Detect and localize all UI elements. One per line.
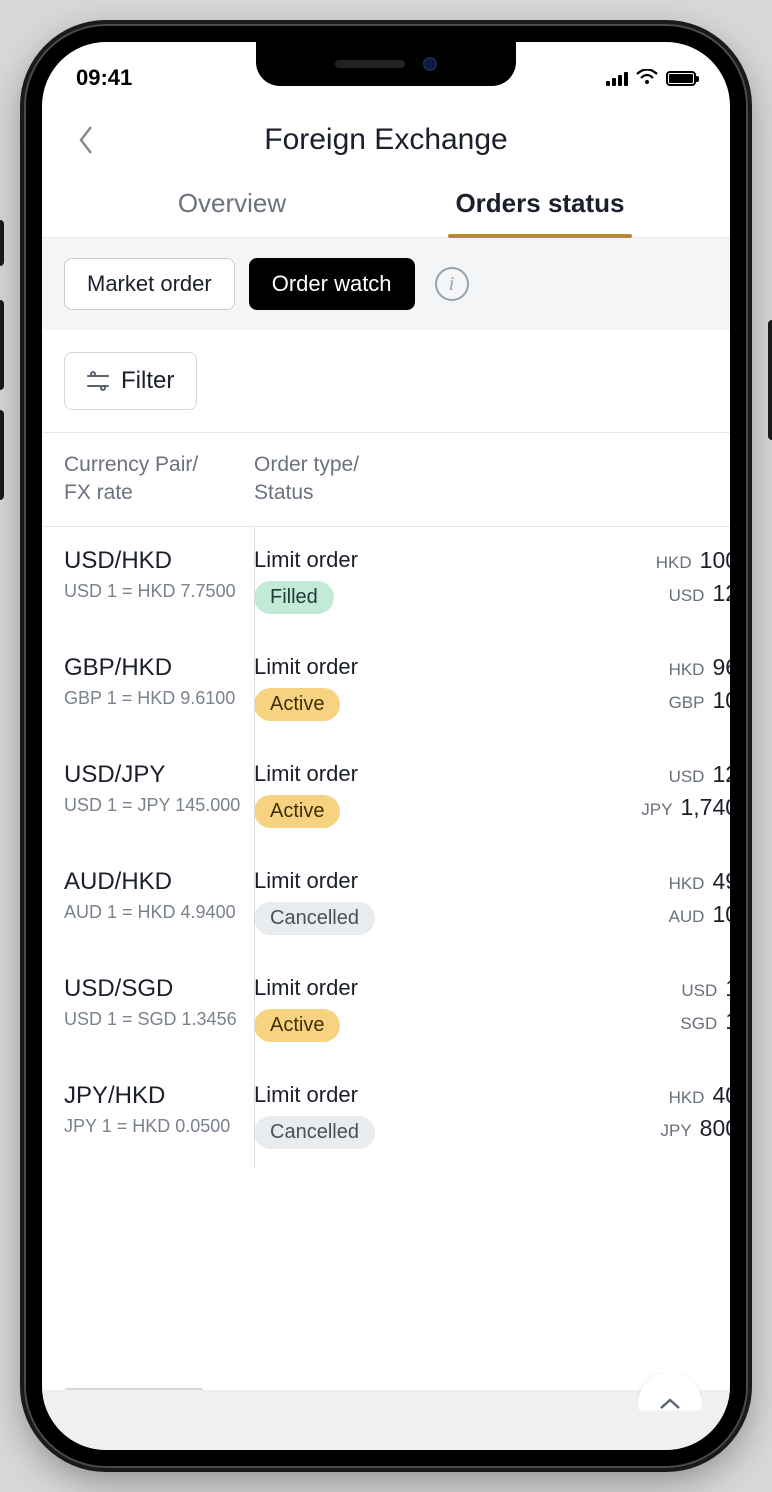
buy-currency: USD — [669, 586, 705, 606]
fx-rate: AUD 1 = HKD 4.9400 — [64, 902, 254, 923]
col-header-type: Order type/ — [254, 451, 454, 479]
currency-pair: GBP/HKD — [64, 654, 254, 682]
table-row[interactable]: USD/SGD USD 1 = SGD 1.3456Limit order Acti… — [42, 955, 730, 1062]
status-time: 09:41 — [76, 65, 132, 91]
order-kind-row: Market order Order watch i — [42, 238, 730, 330]
footer-bar — [42, 1390, 730, 1450]
col-header-selling: Sellin — [454, 451, 730, 479]
currency-pair: USD/SGD — [64, 975, 254, 1003]
currency-pair: AUD/HKD — [64, 868, 254, 896]
buy-amount: 800,000.0 — [700, 1115, 730, 1142]
page-title: Foreign Exchange — [264, 123, 508, 157]
status-badge: Active — [254, 1009, 340, 1042]
orders-scroll-area[interactable]: Currency Pair/ FX rate Order type/ Statu… — [42, 432, 730, 1450]
col-header-pair: Currency Pair/ — [64, 451, 254, 479]
sell-currency: HKD — [669, 1088, 705, 1108]
order-type: Limit order — [254, 761, 454, 787]
table-row[interactable]: AUD/HKD AUD 1 = HKD 4.9400Limit order Canc… — [42, 848, 730, 955]
order-type: Limit order — [254, 1082, 454, 1108]
buy-amount: 12,903.2 — [712, 580, 730, 607]
wifi-icon — [636, 65, 658, 91]
buy-currency: JPY — [641, 800, 672, 820]
sell-currency: HKD — [669, 874, 705, 894]
sell-amount: 1,000.0 — [725, 975, 730, 1002]
fx-rate: JPY 1 = HKD 0.0500 — [64, 1116, 254, 1137]
currency-pair: USD/JPY — [64, 761, 254, 789]
buy-amount: 1,345.6 — [725, 1008, 730, 1035]
back-button[interactable] — [68, 122, 104, 158]
sell-amount: 100,000.0 — [700, 547, 730, 574]
sell-amount: 49,400.0 — [712, 868, 730, 895]
sell-currency: USD — [681, 981, 717, 1001]
status-badge: Cancelled — [254, 902, 375, 935]
order-type: Limit order — [254, 547, 454, 573]
market-order-button[interactable]: Market order — [64, 258, 235, 310]
col-header-rate: FX rate — [64, 479, 254, 507]
battery-icon — [666, 71, 696, 86]
fx-rate: USD 1 = JPY 145.000 — [64, 795, 254, 816]
status-icons — [606, 65, 696, 91]
status-badge: Filled — [254, 581, 334, 614]
filter-label: Filter — [121, 367, 174, 395]
order-type: Limit order — [254, 975, 454, 1001]
table-row[interactable]: GBP/HKD GBP 1 = HKD 9.6100Limit order Acti… — [42, 634, 730, 741]
sell-currency: HKD — [656, 553, 692, 573]
fx-rate: USD 1 = SGD 1.3456 — [64, 1009, 254, 1030]
buy-amount: 10,000.0 — [712, 687, 730, 714]
sell-amount: 96,100.0 — [712, 654, 730, 681]
tab-overview[interactable]: Overview — [78, 180, 386, 237]
table-row[interactable]: USD/JPY USD 1 = JPY 145.000Limit order Act… — [42, 741, 730, 848]
info-icon[interactable]: i — [435, 267, 469, 301]
currency-pair: JPY/HKD — [64, 1082, 254, 1110]
sell-currency: HKD — [669, 660, 705, 680]
buy-amount: 10,000.0 — [712, 901, 730, 928]
buy-currency: SGD — [680, 1014, 717, 1034]
fx-rate: GBP 1 = HKD 9.6100 — [64, 688, 254, 709]
order-type: Limit order — [254, 868, 454, 894]
sell-amount: 40,000.0 — [712, 1082, 730, 1109]
table-row[interactable]: JPY/HKD JPY 1 = HKD 0.0500Limit order Canc… — [42, 1062, 730, 1169]
buy-currency: AUD — [669, 907, 705, 927]
order-type: Limit order — [254, 654, 454, 680]
sell-amount: 12,000.0 — [712, 761, 730, 788]
fx-rate: USD 1 = HKD 7.7500 — [64, 581, 254, 602]
status-badge: Active — [254, 688, 340, 721]
currency-pair: USD/HKD — [64, 547, 254, 575]
status-badge: Cancelled — [254, 1116, 375, 1149]
cellular-icon — [606, 70, 628, 86]
filter-icon — [87, 372, 109, 390]
tabs: Overview Orders status — [42, 180, 730, 238]
buy-currency: GBP — [669, 693, 705, 713]
status-badge: Active — [254, 795, 340, 828]
buy-amount: 1,740,000.0 — [680, 794, 730, 821]
order-watch-button[interactable]: Order watch — [249, 258, 415, 310]
tab-orders-status[interactable]: Orders status — [386, 180, 694, 237]
col-header-buying: Buyin — [454, 479, 730, 507]
filter-button[interactable]: Filter — [64, 352, 197, 410]
table-row[interactable]: USD/HKD USD 1 = HKD 7.7500Limit order Fill… — [42, 527, 730, 634]
buy-currency: JPY — [660, 1121, 691, 1141]
sell-currency: USD — [669, 767, 705, 787]
column-headers: Currency Pair/ FX rate Order type/ Statu… — [42, 432, 730, 527]
col-header-status: Status — [254, 479, 454, 507]
